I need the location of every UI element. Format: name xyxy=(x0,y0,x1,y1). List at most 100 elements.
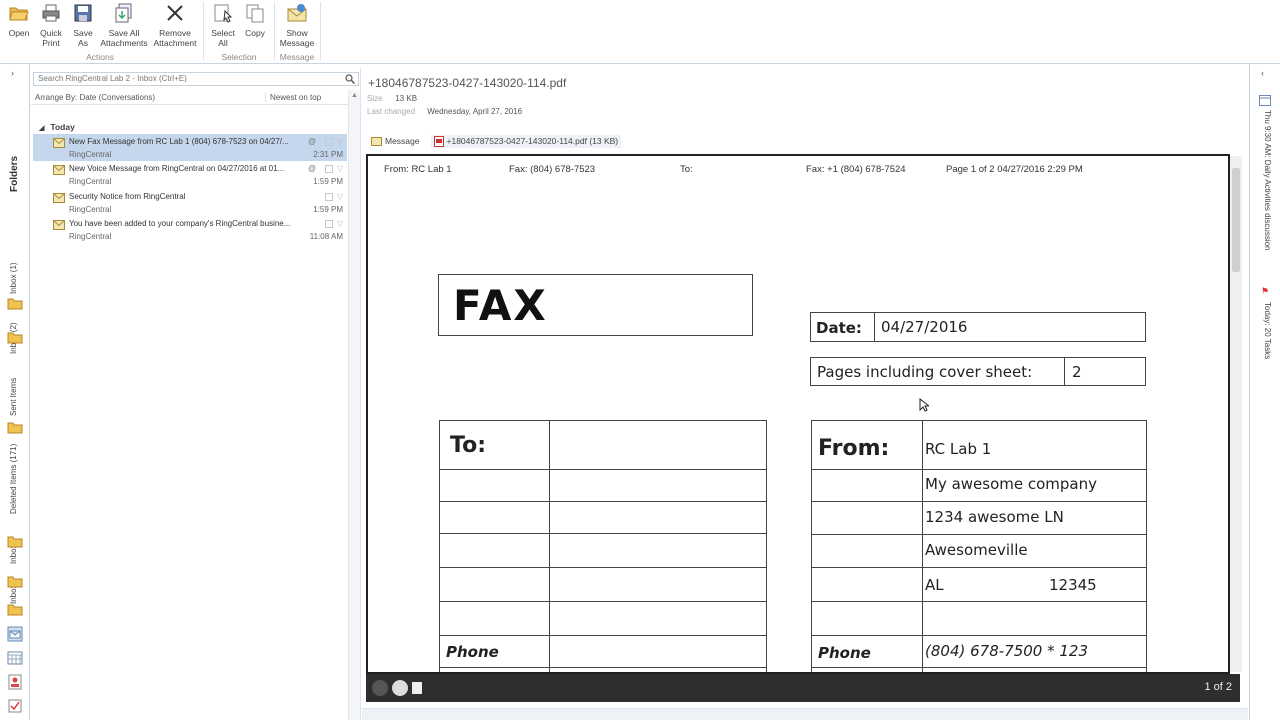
mail-icon[interactable] xyxy=(7,626,23,642)
scrollbar-thumb[interactable] xyxy=(1232,168,1240,272)
folders-label[interactable]: Folders xyxy=(9,156,20,192)
divider xyxy=(874,313,875,341)
attachment-size: Size 13 KB xyxy=(367,94,417,103)
pdf-toolbar: 1 of 2 xyxy=(366,674,1240,702)
divider xyxy=(440,533,766,534)
message-time: 11:08 AM xyxy=(309,232,343,241)
arrange-by-bar[interactable]: Arrange By: Date (Conversations) Newest … xyxy=(31,91,349,105)
calendar-icon[interactable] xyxy=(7,650,23,666)
next-appointment[interactable]: Thu 9:30 AM: Daily Activities discussion xyxy=(1263,110,1272,251)
tasks-summary[interactable]: Today: 20 Tasks xyxy=(1263,302,1272,359)
message-sender: RingCentral xyxy=(69,205,112,214)
arrange-by-label[interactable]: Arrange By: Date (Conversations) xyxy=(35,93,155,102)
to-label: To: xyxy=(450,433,486,458)
copy-button[interactable]: Copy xyxy=(240,0,270,48)
save-as-button[interactable]: Save As xyxy=(68,0,98,48)
divider xyxy=(812,534,1146,535)
save-all-attachments-button[interactable]: Save All Attachments xyxy=(100,0,148,48)
quick-print-button[interactable]: Quick Print xyxy=(36,0,66,48)
fax-header-to: To: xyxy=(680,164,693,175)
scroll-up-arrow-icon[interactable]: ▲ xyxy=(351,92,358,99)
search-icon[interactable] xyxy=(345,74,355,84)
divider xyxy=(812,469,1146,470)
pdf-page-icon[interactable] xyxy=(412,682,422,694)
pdf-vertical-scrollbar[interactable] xyxy=(1230,156,1242,672)
sort-order-label[interactable]: Newest on top xyxy=(265,93,321,102)
message-subject: New Voice Message from RingCentral on 04… xyxy=(69,164,285,173)
divider xyxy=(812,635,1146,636)
collapse-triangle-icon[interactable]: ◢ xyxy=(39,124,44,132)
message-time: 1:59 PM xyxy=(313,177,343,186)
pdf-preview[interactable]: From: RC Lab 1 Fax: (804) 678-7523 To: F… xyxy=(366,154,1230,674)
message-item[interactable]: New Voice Message from RingCentral on 04… xyxy=(33,161,347,188)
nav-item-deleted-items[interactable]: Deleted Items (171) xyxy=(9,444,18,514)
message-subject: Security Notice from RingCentral xyxy=(69,192,186,201)
ribbon-separator xyxy=(274,2,275,60)
to-phone-label: Phone xyxy=(446,643,499,661)
pages-value: 2 xyxy=(1072,363,1082,381)
expand-todo-chevron-icon[interactable]: ‹ xyxy=(1261,68,1264,78)
attachment-icon: @ xyxy=(308,137,317,146)
nav-item-inbox-1[interactable]: Inbox (1) xyxy=(9,262,18,294)
size-label: Size xyxy=(367,94,383,103)
message-sender: RingCentral xyxy=(69,232,112,241)
reading-pane-bottom-bar xyxy=(362,708,1248,720)
flag-icon[interactable]: ▽ xyxy=(337,192,343,201)
flag-icon[interactable]: ▽ xyxy=(337,219,343,228)
message-time: 2:31 PM xyxy=(313,150,343,159)
message-sender: RingCentral xyxy=(69,177,112,186)
tasks-icon[interactable] xyxy=(7,698,23,714)
divider xyxy=(549,421,550,672)
message-subject: New Fax Message from RC Lab 1 (804) 678-… xyxy=(69,137,289,146)
from-phone-label: Phone xyxy=(818,644,871,662)
show-message-button[interactable]: Show Message xyxy=(278,0,316,48)
pages-box: Pages including cover sheet: 2 xyxy=(810,357,1146,386)
group-today-label: Today xyxy=(50,122,75,132)
envelope-icon xyxy=(53,138,65,148)
from-city: Awesomeville xyxy=(925,541,1028,559)
select-all-button[interactable]: Select All xyxy=(208,0,238,48)
message-item[interactable]: New Fax Message from RC Lab 1 (804) 678-… xyxy=(33,134,347,161)
tab-message[interactable]: Message xyxy=(368,135,423,147)
flag-icon[interactable]: ▽ xyxy=(337,164,343,173)
category-box-icon[interactable] xyxy=(325,220,333,228)
group-message-label: Message xyxy=(279,52,315,62)
attachment-filename: +18046787523-0427-143020-114.pdf xyxy=(368,76,567,90)
tab-pdf-attachment[interactable]: +18046787523-0427-143020-114.pdf (13 KB) xyxy=(430,134,622,148)
attachment-last-changed: Last changed Wednesday, April 27, 2016 xyxy=(367,107,522,116)
folder-icon xyxy=(7,536,23,548)
envelope-icon xyxy=(53,193,65,203)
flag-icon[interactable]: ▽ xyxy=(337,137,343,146)
save-icon xyxy=(72,2,94,24)
nav-item-sent-items[interactable]: Sent Items xyxy=(9,378,18,416)
from-phone-value: (804) 678-7500 * 123 xyxy=(925,642,1088,660)
remove-attachment-button[interactable]: Remove Attachment xyxy=(152,0,198,48)
open-button[interactable]: Open xyxy=(4,0,34,48)
divider xyxy=(440,635,766,636)
folder-icon xyxy=(7,604,23,616)
fax-header-page: Page 1 of 2 04/27/2016 2:29 PM xyxy=(946,164,1083,175)
group-header-today[interactable]: ◢ Today xyxy=(39,122,75,132)
category-box-icon[interactable] xyxy=(325,138,333,146)
contacts-icon[interactable] xyxy=(7,674,23,690)
last-changed-label: Last changed xyxy=(367,107,416,116)
message-item[interactable]: Security Notice from RingCentral RingCen… xyxy=(33,189,347,216)
from-name: RC Lab 1 xyxy=(925,440,992,458)
divider xyxy=(440,469,766,470)
divider xyxy=(812,601,1146,602)
search-input[interactable]: Search RingCentral Lab 2 - Inbox (Ctrl+E… xyxy=(33,72,359,86)
pdf-download-icon[interactable] xyxy=(392,680,408,696)
message-item[interactable]: You have been added to your company's Ri… xyxy=(33,216,347,243)
search-placeholder: Search RingCentral Lab 2 - Inbox (Ctrl+E… xyxy=(38,74,187,83)
category-box-icon[interactable] xyxy=(325,193,333,201)
divider xyxy=(922,421,923,672)
date-label: Date: xyxy=(816,319,862,337)
date-value: 04/27/2016 xyxy=(881,318,968,336)
category-box-icon[interactable] xyxy=(325,165,333,173)
divider xyxy=(1064,358,1065,385)
pdf-nav-back-icon[interactable] xyxy=(372,680,388,696)
message-list-scrollbar[interactable]: ▲ xyxy=(348,90,360,720)
message-sender: RingCentral xyxy=(69,150,112,159)
expand-nav-chevron-icon[interactable]: › xyxy=(11,68,14,78)
from-company: My awesome company xyxy=(925,475,1098,493)
